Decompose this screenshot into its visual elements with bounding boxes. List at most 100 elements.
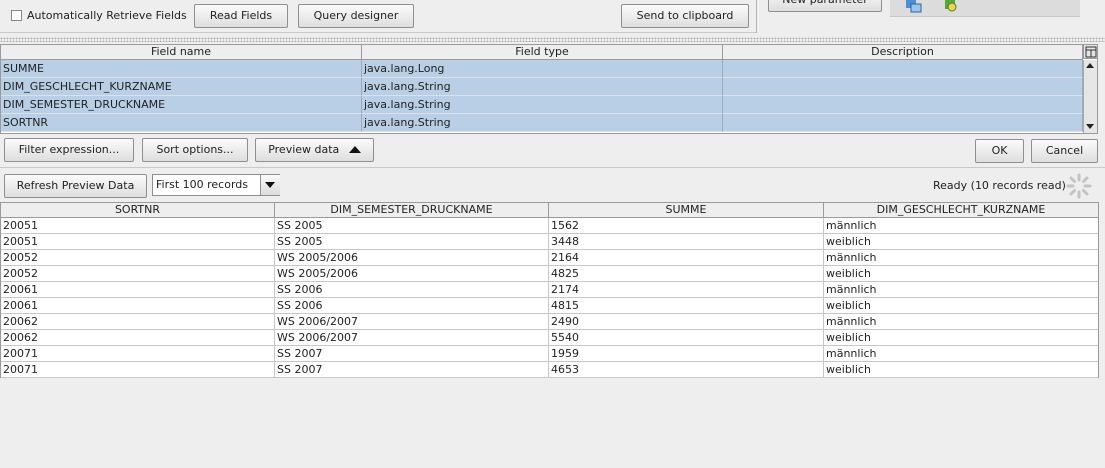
summe-cell: 2490 bbox=[549, 314, 824, 330]
sortnr-cell: 20052 bbox=[1, 266, 275, 282]
semester-cell: SS 2007 bbox=[275, 346, 549, 362]
cancel-button[interactable]: Cancel bbox=[1031, 139, 1098, 163]
records-select[interactable]: First 100 records bbox=[152, 174, 280, 196]
field-type-cell[interactable]: java.lang.String bbox=[362, 96, 723, 114]
column-header-summe[interactable]: SUMME bbox=[549, 203, 824, 217]
column-header-description[interactable]: Description bbox=[723, 45, 1083, 59]
refresh-preview-button[interactable]: Refresh Preview Data bbox=[4, 174, 147, 198]
new-parameter-button[interactable]: New parameter bbox=[768, 0, 882, 12]
table-row[interactable]: 20071 SS 2007 4653 weiblich bbox=[1, 362, 1098, 378]
preview-data-button[interactable]: Preview data bbox=[255, 138, 374, 162]
sortnr-cell: 20071 bbox=[1, 346, 275, 362]
sortnr-cell: 20052 bbox=[1, 250, 275, 266]
top-panel-divider bbox=[756, 0, 757, 33]
sort-descending-icon[interactable] bbox=[942, 0, 962, 14]
fields-table-header: Field name Field type Description bbox=[1, 45, 1083, 60]
field-name-cell[interactable]: DIM_SEMESTER_DRUCKNAME bbox=[1, 96, 362, 114]
query-designer-button[interactable]: Query designer bbox=[298, 4, 414, 28]
auto-retrieve-checkbox[interactable] bbox=[11, 10, 22, 21]
fields-table: Field name Field type Description SUMME j… bbox=[0, 44, 1098, 134]
parameter-toolbar bbox=[890, 0, 1080, 17]
table-row[interactable]: 20061 SS 2006 4815 weiblich bbox=[1, 298, 1098, 314]
description-cell[interactable] bbox=[723, 60, 1083, 78]
table-row[interactable]: 20051 SS 2005 3448 weiblich bbox=[1, 234, 1098, 250]
preview-table: SORTNR DIM_SEMESTER_DRUCKNAME SUMME DIM_… bbox=[0, 202, 1099, 378]
description-cell[interactable] bbox=[723, 78, 1083, 96]
field-name-cell[interactable]: SORTNR bbox=[1, 114, 362, 132]
field-type-cell[interactable]: java.lang.String bbox=[362, 114, 723, 132]
scroll-down-arrow[interactable] bbox=[1086, 124, 1094, 129]
table-row[interactable]: 20052 WS 2005/2006 4825 weiblich bbox=[1, 266, 1098, 282]
splitter-handle[interactable] bbox=[0, 37, 1105, 42]
preview-table-header: SORTNR DIM_SEMESTER_DRUCKNAME SUMME DIM_… bbox=[1, 203, 1098, 218]
table-row[interactable]: SORTNR java.lang.String bbox=[1, 114, 1083, 132]
geschlecht-cell: weiblich bbox=[824, 266, 1098, 282]
sortnr-cell: 20051 bbox=[1, 218, 275, 234]
summe-cell: 1562 bbox=[549, 218, 824, 234]
semester-cell: SS 2005 bbox=[275, 234, 549, 250]
semester-cell: WS 2006/2007 bbox=[275, 330, 549, 346]
field-type-cell[interactable]: java.lang.Long bbox=[362, 60, 723, 78]
table-row[interactable]: 20051 SS 2005 1562 männlich bbox=[1, 218, 1098, 234]
semester-cell: WS 2006/2007 bbox=[275, 314, 549, 330]
summe-cell: 3448 bbox=[549, 234, 824, 250]
column-header-sortnr[interactable]: SORTNR bbox=[1, 203, 275, 217]
table-row[interactable]: DIM_SEMESTER_DRUCKNAME java.lang.String bbox=[1, 96, 1083, 114]
field-type-cell[interactable]: java.lang.String bbox=[362, 78, 723, 96]
loading-spinner-icon bbox=[1066, 173, 1092, 199]
table-row[interactable]: 20052 WS 2005/2006 2164 männlich bbox=[1, 250, 1098, 266]
field-name-cell[interactable]: SUMME bbox=[1, 60, 362, 78]
filter-expression-button[interactable]: Filter expression... bbox=[4, 138, 134, 162]
sort-ascending-icon[interactable] bbox=[904, 0, 924, 14]
sortnr-cell: 20071 bbox=[1, 362, 275, 378]
chevron-down-icon bbox=[265, 182, 275, 188]
geschlecht-cell: männlich bbox=[824, 314, 1098, 330]
geschlecht-cell: männlich bbox=[824, 218, 1098, 234]
summe-cell: 1959 bbox=[549, 346, 824, 362]
field-name-cell[interactable]: DIM_GESCHLECHT_KURZNAME bbox=[1, 78, 362, 96]
summe-cell: 5540 bbox=[549, 330, 824, 346]
table-columns-icon bbox=[1085, 46, 1097, 58]
collapse-arrow-icon bbox=[348, 145, 361, 153]
records-select-value: First 100 records bbox=[156, 178, 249, 191]
table-row[interactable]: 20061 SS 2006 2174 männlich bbox=[1, 282, 1098, 298]
geschlecht-cell: weiblich bbox=[824, 362, 1098, 378]
description-cell[interactable] bbox=[723, 96, 1083, 114]
table-row[interactable]: 20062 WS 2006/2007 2490 männlich bbox=[1, 314, 1098, 330]
description-cell[interactable] bbox=[723, 114, 1083, 132]
column-control-button[interactable] bbox=[1083, 45, 1097, 59]
sort-options-button[interactable]: Sort options... bbox=[142, 138, 248, 162]
column-header-field-type[interactable]: Field type bbox=[362, 45, 723, 59]
geschlecht-cell: weiblich bbox=[824, 234, 1098, 250]
scroll-up-arrow[interactable] bbox=[1086, 63, 1094, 68]
summe-cell: 4653 bbox=[549, 362, 824, 378]
semester-cell: WS 2005/2006 bbox=[275, 250, 549, 266]
summe-cell: 4815 bbox=[549, 298, 824, 314]
geschlecht-cell: männlich bbox=[824, 250, 1098, 266]
section-divider bbox=[0, 167, 1105, 168]
read-fields-button[interactable]: Read Fields bbox=[194, 4, 288, 28]
table-row[interactable]: DIM_GESCHLECHT_KURZNAME java.lang.String bbox=[1, 78, 1083, 96]
fields-table-scrollbar[interactable] bbox=[1083, 60, 1097, 133]
sortnr-cell: 20051 bbox=[1, 234, 275, 250]
table-row[interactable]: SUMME java.lang.Long bbox=[1, 60, 1083, 78]
ok-button[interactable]: OK bbox=[975, 139, 1024, 163]
sortnr-cell: 20061 bbox=[1, 298, 275, 314]
table-row[interactable]: 20071 SS 2007 1959 männlich bbox=[1, 346, 1098, 362]
geschlecht-cell: männlich bbox=[824, 282, 1098, 298]
column-header-semester[interactable]: DIM_SEMESTER_DRUCKNAME bbox=[275, 203, 549, 217]
preview-table-body: 20051 SS 2005 1562 männlich 20051 SS 2005 3448… bbox=[1, 218, 1098, 378]
records-select-dropdown[interactable] bbox=[260, 175, 280, 195]
geschlecht-cell: weiblich bbox=[824, 330, 1098, 346]
column-header-field-name[interactable]: Field name bbox=[1, 45, 362, 59]
table-row[interactable]: 20062 WS 2006/2007 5540 weiblich bbox=[1, 330, 1098, 346]
send-to-clipboard-button[interactable]: Send to clipboard bbox=[621, 4, 749, 28]
preview-data-label: Preview data bbox=[268, 143, 340, 156]
auto-retrieve-label: Automatically Retrieve Fields bbox=[27, 9, 187, 22]
column-header-geschlecht[interactable]: DIM_GESCHLECHT_KURZNAME bbox=[824, 203, 1098, 217]
fields-table-body: SUMME java.lang.Long DIM_GESCHLECHT_KURZNA… bbox=[1, 60, 1083, 134]
geschlecht-cell: weiblich bbox=[824, 298, 1098, 314]
summe-cell: 2164 bbox=[549, 250, 824, 266]
semester-cell: SS 2007 bbox=[275, 362, 549, 378]
sortnr-cell: 20061 bbox=[1, 282, 275, 298]
